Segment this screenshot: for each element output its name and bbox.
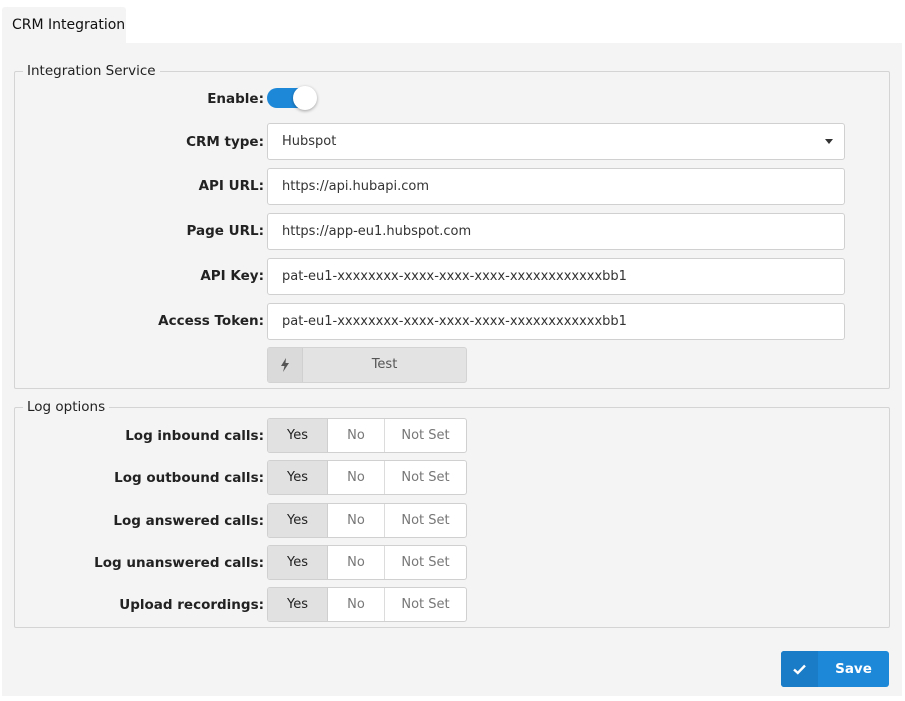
option-yes[interactable]: Yes (268, 588, 328, 621)
integration-service-legend: Integration Service (23, 63, 160, 80)
enable-toggle[interactable] (267, 86, 317, 110)
api-url-input[interactable]: https://api.hubapi.com (267, 168, 845, 205)
log-unanswered-label: Log unanswered calls: (94, 555, 264, 571)
page-url-label: Page URL: (186, 223, 264, 239)
test-button[interactable]: Test (267, 347, 467, 383)
option-not-set[interactable]: Not Set (385, 504, 466, 537)
option-not-set[interactable]: Not Set (385, 461, 466, 494)
log-answered-segmented: Yes No Not Set (267, 503, 467, 538)
check-icon (781, 651, 818, 687)
log-inbound-segmented: Yes No Not Set (267, 418, 467, 453)
upload-recordings-label: Upload recordings: (119, 597, 264, 613)
crm-type-select[interactable]: Hubspot (267, 123, 845, 160)
log-outbound-label: Log outbound calls: (114, 470, 264, 486)
api-key-label: API Key: (200, 268, 264, 284)
crm-type-label: CRM type: (186, 134, 264, 150)
api-key-input[interactable]: pat-eu1-xxxxxxxx-xxxx-xxxx-xxxx-xxxxxxxx… (267, 258, 845, 295)
option-no[interactable]: No (328, 461, 385, 494)
option-not-set[interactable]: Not Set (385, 419, 466, 452)
integration-service-fieldset: Integration Service Enable: CRM type: Hu… (14, 63, 890, 389)
log-options-fieldset: Log options Log inbound calls: Yes No No… (14, 399, 890, 628)
option-no[interactable]: No (328, 546, 385, 579)
access-token-label: Access Token: (158, 313, 264, 329)
save-button[interactable]: Save (781, 651, 889, 687)
main-panel: Integration Service Enable: CRM type: Hu… (2, 43, 902, 696)
api-url-label: API URL: (198, 178, 264, 194)
option-no[interactable]: No (328, 588, 385, 621)
crm-type-value: Hubspot (282, 134, 337, 149)
option-yes[interactable]: Yes (268, 546, 328, 579)
option-no[interactable]: No (328, 504, 385, 537)
enable-label: Enable: (207, 91, 264, 107)
toggle-knob (293, 86, 317, 110)
option-yes[interactable]: Yes (268, 504, 328, 537)
option-yes[interactable]: Yes (268, 419, 328, 452)
log-inbound-label: Log inbound calls: (125, 428, 264, 444)
option-yes[interactable]: Yes (268, 461, 328, 494)
chevron-down-icon (825, 139, 833, 144)
bolt-icon (268, 348, 303, 382)
test-button-label: Test (371, 357, 398, 372)
log-unanswered-segmented: Yes No Not Set (267, 545, 467, 580)
save-button-label: Save (835, 661, 872, 677)
option-no[interactable]: No (328, 419, 385, 452)
upload-recordings-segmented: Yes No Not Set (267, 587, 467, 622)
log-answered-label: Log answered calls: (113, 513, 264, 529)
option-not-set[interactable]: Not Set (385, 588, 466, 621)
log-options-legend: Log options (23, 399, 110, 416)
tab-crm-integration[interactable]: CRM Integration (2, 7, 126, 44)
page-url-input[interactable]: https://app-eu1.hubspot.com (267, 213, 845, 250)
log-outbound-segmented: Yes No Not Set (267, 460, 467, 495)
option-not-set[interactable]: Not Set (385, 546, 466, 579)
access-token-input[interactable]: pat-eu1-xxxxxxxx-xxxx-xxxx-xxxx-xxxxxxxx… (267, 303, 845, 340)
